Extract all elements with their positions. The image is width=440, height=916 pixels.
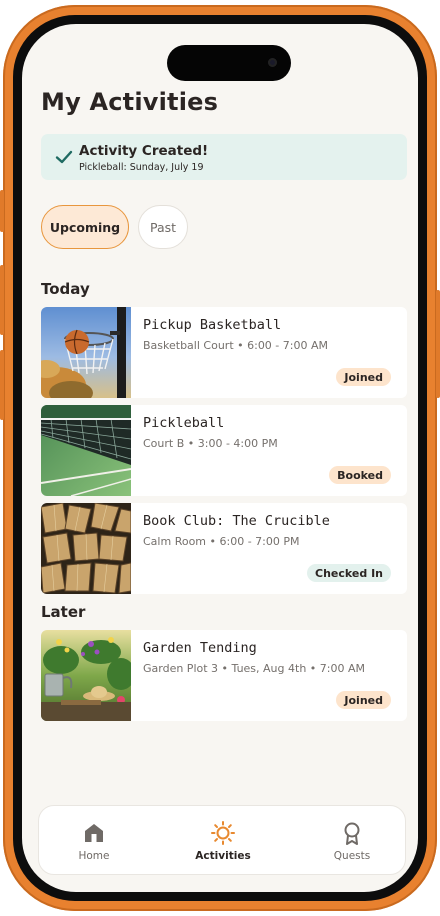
activity-title: Pickup Basketball	[143, 317, 282, 333]
activity-card[interactable]: Pickleball Court B • 3:00 - 4:00 PM Book…	[41, 405, 407, 496]
volume-up-button	[0, 265, 4, 335]
phone-frame: My Activities Activity Created! Pickleba…	[0, 5, 440, 911]
activity-title: Pickleball	[143, 415, 225, 431]
status-badge: Booked	[329, 466, 391, 484]
toast-subtitle: Pickleball: Sunday, July 19	[79, 162, 204, 173]
volume-down-button	[0, 350, 4, 420]
award-icon	[344, 822, 360, 845]
basketball-hoop-image	[41, 307, 131, 398]
dynamic-island	[167, 45, 291, 81]
filter-past-button[interactable]: Past	[138, 205, 188, 249]
tennis-net-image	[41, 405, 131, 496]
phone-bezel: My Activities Activity Created! Pickleba…	[13, 15, 427, 901]
activity-card[interactable]: Book Club: The Crucible Calm Room • 6:00…	[41, 503, 407, 594]
filter-upcoming-button[interactable]: Upcoming	[41, 205, 129, 249]
home-icon	[85, 824, 103, 842]
action-button	[0, 190, 4, 232]
nav-label-home: Home	[78, 850, 110, 862]
nav-item-activities[interactable]: Activities	[173, 806, 273, 876]
status-badge: Joined	[336, 368, 391, 386]
activity-title: Garden Tending	[143, 640, 257, 656]
open-books-image	[41, 503, 131, 594]
activity-card[interactable]: Garden Tending Garden Plot 3 • Tues, Aug…	[41, 630, 407, 721]
status-badge: Joined	[336, 691, 391, 709]
status-badge: Checked In	[307, 564, 391, 582]
activity-title: Book Club: The Crucible	[143, 513, 330, 529]
checkmark-icon	[55, 150, 73, 164]
power-button	[436, 290, 440, 398]
toast-title: Activity Created!	[79, 143, 209, 159]
activity-details: Garden Plot 3 • Tues, Aug 4th • 7:00 AM	[143, 662, 365, 675]
bottom-nav: Home Activities Quests	[38, 805, 406, 875]
screen: My Activities Activity Created! Pickleba…	[22, 24, 418, 892]
section-label-later: Later	[41, 603, 86, 621]
activity-details: Court B • 3:00 - 4:00 PM	[143, 437, 278, 450]
section-label-today: Today	[41, 280, 90, 298]
activity-details: Basketball Court • 6:00 - 7:00 AM	[143, 339, 328, 352]
sun-icon	[211, 821, 235, 845]
activity-card[interactable]: Pickup Basketball Basketball Court • 6:0…	[41, 307, 407, 398]
garden-flowers-image	[41, 630, 131, 721]
page-title: My Activities	[41, 88, 219, 116]
nav-label-activities: Activities	[195, 850, 251, 862]
camera-icon	[268, 58, 277, 67]
nav-label-quests: Quests	[333, 850, 371, 862]
activity-details: Calm Room • 6:00 - 7:00 PM	[143, 535, 300, 548]
success-toast: Activity Created! Pickleball: Sunday, Ju…	[41, 134, 407, 180]
nav-item-quests[interactable]: Quests	[302, 806, 402, 876]
nav-item-home[interactable]: Home	[44, 806, 144, 876]
